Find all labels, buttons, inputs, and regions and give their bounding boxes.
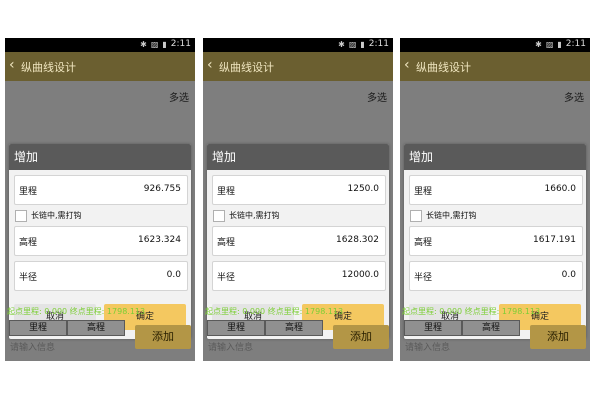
- long-chain-checkbox[interactable]: [410, 210, 422, 222]
- radius-label: 半径: [19, 273, 38, 283]
- dialog-title: 增加: [9, 144, 191, 170]
- column-header-elevation: 高程: [67, 320, 125, 336]
- info-input[interactable]: 请输入信息: [405, 340, 450, 353]
- long-chain-label: 长链中,需打钩: [31, 211, 82, 220]
- back-arrow-icon[interactable]: ‹: [207, 57, 213, 73]
- multi-select-button[interactable]: 多选: [169, 89, 189, 104]
- radius-value: 0.0: [561, 270, 576, 280]
- mileage-label: 里程: [217, 187, 236, 197]
- elevation-field[interactable]: 高程 1623.324: [14, 226, 188, 256]
- title-bar: ‹ 纵曲线设计: [203, 52, 393, 81]
- page-body: 多选 增加 里程 1660.0 长链中,需打钩 高程 1617.191 半径 0…: [400, 81, 590, 361]
- column-header-elevation: 高程: [462, 320, 520, 336]
- battery-icon: ▮: [162, 39, 167, 49]
- add-button[interactable]: 添加: [333, 325, 389, 349]
- elevation-field[interactable]: 高程 1617.191: [409, 226, 583, 256]
- signal-icon: ▨: [545, 39, 554, 49]
- elevation-value: 1623.324: [138, 235, 181, 245]
- radius-label: 半径: [217, 273, 236, 283]
- mileage-value: 1250.0: [347, 184, 380, 194]
- radius-value: 0.0: [166, 270, 181, 280]
- long-chain-label: 长链中,需打钩: [426, 211, 477, 220]
- mileage-label: 里程: [19, 187, 38, 197]
- mileage-range-info: 起点里程: 0.000 终点里程: 1798.113: [205, 307, 344, 316]
- signal-icon: ▨: [150, 39, 159, 49]
- status-time: 2:11: [368, 39, 389, 49]
- battery-icon: ▮: [360, 39, 365, 49]
- radius-field[interactable]: 半径 0.0: [409, 261, 583, 291]
- mileage-value: 926.755: [143, 184, 181, 194]
- elevation-field[interactable]: 高程 1628.302: [212, 226, 386, 256]
- elevation-value: 1617.191: [533, 235, 576, 245]
- mileage-range-info: 起点里程: 0.000 终点里程: 1798.113: [7, 307, 146, 316]
- page-title: 纵曲线设计: [21, 61, 76, 74]
- phone-screen: ✱ ▨ ▮ 2:11 ‹ 纵曲线设计 多选 增加 里程 1660.0 长链中,需…: [400, 38, 590, 361]
- title-bar: ‹ 纵曲线设计: [5, 52, 195, 81]
- back-arrow-icon[interactable]: ‹: [9, 57, 15, 73]
- page-title: 纵曲线设计: [219, 61, 274, 74]
- bluetooth-icon: ✱: [535, 39, 542, 49]
- radius-value: 12000.0: [341, 270, 379, 280]
- radius-field[interactable]: 半径 0.0: [14, 261, 188, 291]
- status-bar: ✱ ▨ ▮ 2:11: [400, 38, 590, 52]
- status-time: 2:11: [170, 39, 191, 49]
- bluetooth-icon: ✱: [140, 39, 147, 49]
- mileage-field[interactable]: 里程 1660.0: [409, 175, 583, 205]
- radius-label: 半径: [414, 273, 433, 283]
- page-title: 纵曲线设计: [416, 61, 471, 74]
- mileage-field[interactable]: 里程 1250.0: [212, 175, 386, 205]
- signal-icon: ▨: [348, 39, 357, 49]
- back-arrow-icon[interactable]: ‹: [404, 57, 410, 73]
- mileage-label: 里程: [414, 187, 433, 197]
- phone-screen: ✱ ▨ ▮ 2:11 ‹ 纵曲线设计 多选 增加 里程 1250.0 长链中,需…: [203, 38, 393, 361]
- status-bar: ✱ ▨ ▮ 2:11: [203, 38, 393, 52]
- status-time: 2:11: [565, 39, 586, 49]
- dialog-title: 增加: [207, 144, 389, 170]
- title-bar: ‹ 纵曲线设计: [400, 52, 590, 81]
- multi-select-button[interactable]: 多选: [367, 89, 387, 104]
- elevation-label: 高程: [414, 238, 433, 248]
- status-bar: ✱ ▨ ▮ 2:11: [5, 38, 195, 52]
- phone-screen: ✱ ▨ ▮ 2:11 ‹ 纵曲线设计 多选 增加 里程 926.755 长链中,…: [5, 38, 195, 361]
- info-input[interactable]: 请输入信息: [10, 340, 55, 353]
- column-header-mileage: 里程: [404, 320, 462, 336]
- add-button[interactable]: 添加: [530, 325, 586, 349]
- radius-field[interactable]: 半径 12000.0: [212, 261, 386, 291]
- elevation-value: 1628.302: [336, 235, 379, 245]
- mileage-value: 1660.0: [544, 184, 577, 194]
- battery-icon: ▮: [557, 39, 562, 49]
- long-chain-checkbox[interactable]: [213, 210, 225, 222]
- bluetooth-icon: ✱: [338, 39, 345, 49]
- elevation-label: 高程: [19, 238, 38, 248]
- elevation-label: 高程: [217, 238, 236, 248]
- multi-select-button[interactable]: 多选: [564, 89, 584, 104]
- long-chain-label: 长链中,需打钩: [229, 211, 280, 220]
- column-header-elevation: 高程: [265, 320, 323, 336]
- dialog-title: 增加: [404, 144, 586, 170]
- mileage-range-info: 起点里程: 0.000 终点里程: 1798.113: [402, 307, 541, 316]
- long-chain-checkbox[interactable]: [15, 210, 27, 222]
- column-header-mileage: 里程: [207, 320, 265, 336]
- add-button[interactable]: 添加: [135, 325, 191, 349]
- info-input[interactable]: 请输入信息: [208, 340, 253, 353]
- column-header-mileage: 里程: [9, 320, 67, 336]
- mileage-field[interactable]: 里程 926.755: [14, 175, 188, 205]
- page-body: 多选 增加 里程 1250.0 长链中,需打钩 高程 1628.302 半径 1…: [203, 81, 393, 361]
- page-body: 多选 增加 里程 926.755 长链中,需打钩 高程 1623.324 半径 …: [5, 81, 195, 361]
